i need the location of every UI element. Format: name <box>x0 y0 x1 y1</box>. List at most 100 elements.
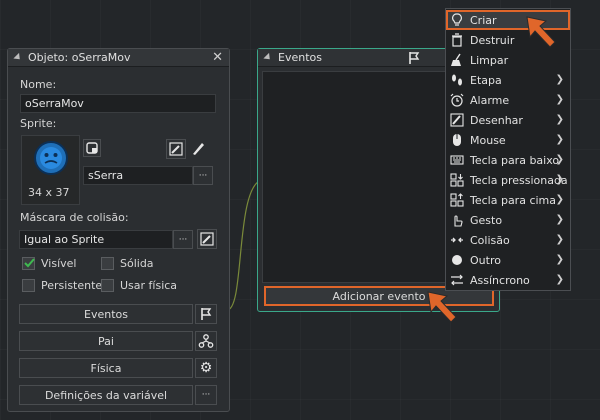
hierarchy-icon <box>198 334 214 348</box>
collision-icon <box>451 237 463 243</box>
sprite-label: Sprite: <box>20 117 57 130</box>
flag-icon <box>409 52 420 64</box>
pointer-arrow-icon <box>526 16 556 48</box>
menu-item-other[interactable]: Outro ❯ <box>446 250 570 270</box>
menu-item-collision[interactable]: Colisão ❯ <box>446 230 570 250</box>
parent-hierarchy-button[interactable] <box>195 331 217 351</box>
visible-label: Visível <box>41 257 77 270</box>
chevron-right-icon: ❯ <box>555 274 564 285</box>
chevron-right-icon: ❯ <box>555 254 564 265</box>
lightbulb-icon <box>452 13 462 26</box>
menu-item-label: Outro <box>470 253 501 267</box>
mask-browse-button[interactable]: ··· <box>173 230 193 249</box>
menu-item-key-down[interactable]: Tecla para baixo ❯ <box>446 150 570 170</box>
menu-item-label: Mouse <box>470 133 506 147</box>
object-panel: Objeto: oSerraMov ✕ Nome: oSerraMov Spri… <box>7 48 230 412</box>
menu-item-label: Tecla pressionada <box>470 173 568 187</box>
pointer-arrow-icon <box>427 291 457 323</box>
name-field[interactable]: oSerraMov <box>20 94 216 113</box>
chevron-right-icon: ❯ <box>555 154 564 165</box>
events-panel-title: Eventos <box>278 51 322 64</box>
sprite-browse-button[interactable]: ··· <box>193 166 213 185</box>
mask-field[interactable]: Igual ao Sprite <box>19 230 173 249</box>
menu-item-key-pressed[interactable]: Tecla pressionada ❯ <box>446 170 570 190</box>
menu-item-clean[interactable]: Limpar <box>446 50 570 70</box>
collapse-arrow-icon[interactable] <box>13 52 23 63</box>
sprite-preview[interactable]: 34 x 37 <box>21 135 80 205</box>
keyboard-icon <box>450 155 464 165</box>
physics-gear-button[interactable]: ⚙ <box>195 358 217 378</box>
sprite-name-field[interactable]: sSerra <box>83 166 193 185</box>
menu-item-key-up[interactable]: Tecla para cima ❯ <box>446 190 570 210</box>
events-button[interactable]: Eventos <box>19 304 193 324</box>
visible-checkbox[interactable] <box>22 257 35 270</box>
collapse-arrow-icon[interactable] <box>263 52 273 63</box>
parent-button[interactable]: Pai <box>19 331 193 351</box>
menu-item-label: Criar <box>470 13 497 27</box>
menu-item-step[interactable]: Etapa ❯ <box>446 70 570 90</box>
chevron-right-icon: ❯ <box>555 214 564 225</box>
chevron-right-icon: ❯ <box>555 114 564 125</box>
chevron-right-icon: ❯ <box>555 74 564 85</box>
persistent-checkbox[interactable] <box>22 279 35 292</box>
menu-item-label: Colisão <box>470 233 510 247</box>
circle-icon <box>452 255 462 265</box>
menu-item-label: Etapa <box>470 73 502 87</box>
chevron-right-icon: ❯ <box>555 174 564 185</box>
hand-icon <box>454 215 463 227</box>
paintbrush-icon <box>450 113 464 127</box>
menu-item-gesture[interactable]: Gesto ❯ <box>446 210 570 230</box>
variable-definitions-button[interactable]: Definições da variável <box>19 385 193 405</box>
chevron-right-icon: ❯ <box>555 94 564 105</box>
menu-item-mouse[interactable]: Mouse ❯ <box>446 130 570 150</box>
new-sprite-icon <box>86 142 98 154</box>
new-sprite-button[interactable] <box>83 139 101 157</box>
edit-image-icon <box>169 142 183 156</box>
menu-item-async[interactable]: Assíncrono ❯ <box>446 270 570 290</box>
trash-icon <box>452 33 462 47</box>
saw-sprite-icon <box>34 141 68 175</box>
edit-sprite-button[interactable] <box>166 139 186 159</box>
menu-item-alarm[interactable]: Alarme ❯ <box>446 90 570 110</box>
chevron-right-icon: ❯ <box>555 194 564 205</box>
menu-item-label: Gesto <box>470 213 503 227</box>
footsteps-icon <box>452 74 462 86</box>
edit-image-icon <box>200 232 214 246</box>
variable-definitions-more-button[interactable]: ··· <box>195 385 217 405</box>
events-flag-button[interactable] <box>195 304 217 324</box>
menu-item-label: Limpar <box>470 53 509 67</box>
menu-item-label: Desenhar <box>470 113 523 127</box>
solid-label: Sólida <box>120 257 154 270</box>
close-icon[interactable]: ✕ <box>212 50 223 65</box>
chevron-right-icon: ❯ <box>555 234 564 245</box>
solid-checkbox[interactable] <box>101 257 114 270</box>
key-up-icon <box>450 193 464 207</box>
checkmark-icon <box>24 258 35 268</box>
menu-item-label: Tecla para cima <box>470 193 557 207</box>
name-label: Nome: <box>20 78 57 91</box>
menu-item-label: Assíncrono <box>470 273 530 287</box>
events-list[interactable] <box>262 71 450 283</box>
broom-icon <box>451 53 461 66</box>
edit-mask-button[interactable] <box>197 229 217 249</box>
mask-label: Máscara de colisão: <box>20 211 129 224</box>
brush-icon[interactable] <box>190 140 210 160</box>
menu-item-label: Alarme <box>470 93 510 107</box>
key-down-icon <box>450 173 464 187</box>
menu-item-label: Tecla para baixo <box>470 153 560 167</box>
use-physics-label: Usar física <box>120 279 178 292</box>
menu-item-label: Destruir <box>470 33 515 47</box>
chevron-right-icon: ❯ <box>555 134 564 145</box>
use-physics-checkbox[interactable] <box>101 279 114 292</box>
flag-icon <box>201 308 212 320</box>
menu-item-draw[interactable]: Desenhar ❯ <box>446 110 570 130</box>
mouse-icon <box>453 134 461 146</box>
physics-button[interactable]: Física <box>19 358 193 378</box>
persistent-label: Persistente <box>41 279 103 292</box>
sprite-size: 34 x 37 <box>28 186 70 199</box>
async-arrows-icon <box>451 274 463 286</box>
object-panel-titlebar[interactable]: Objeto: oSerraMov ✕ <box>8 49 229 67</box>
object-panel-title: Objeto: oSerraMov <box>28 51 131 64</box>
alarm-clock-icon <box>450 93 464 107</box>
add-event-menu: Criar Destruir Limpar Etapa ❯ Alarme ❯ D… <box>445 8 571 291</box>
